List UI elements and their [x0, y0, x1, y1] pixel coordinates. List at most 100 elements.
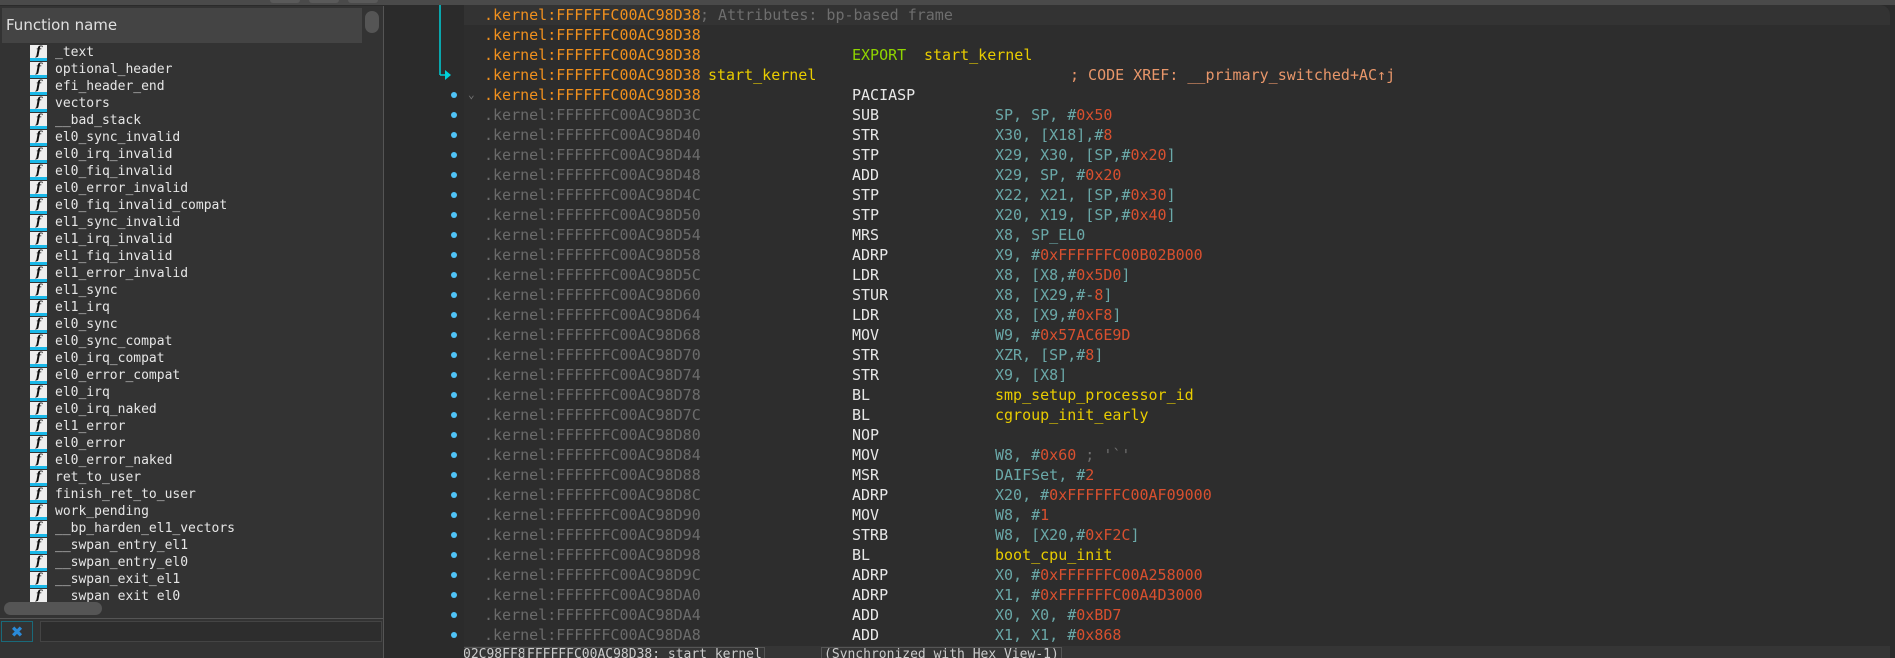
- operand-name[interactable]: cgroup_init_early: [995, 405, 1149, 425]
- disassembly-view[interactable]: .kernel:FFFFFFC00AC98D38; Attributes: bp…: [464, 5, 1890, 646]
- function-list-item[interactable]: f work_pending: [0, 503, 362, 520]
- disasm-line[interactable]: .kernel:FFFFFFC00AC98D60 STUR X8, [X29,#- 8…: [464, 285, 1890, 305]
- disasm-line[interactable]: .kernel:FFFFFFC00AC98D84 MOV W8, #0x60 ; '…: [464, 445, 1890, 465]
- disasm-line[interactable]: .kernel:FFFFFFC00AC98D98 BL boot_cpu_init: [464, 545, 1890, 565]
- panel-button[interactable]: [348, 0, 378, 3]
- disasm-line[interactable]: .kernel:FFFFFFC00AC98D68 MOV W9, #0x57AC6E…: [464, 325, 1890, 345]
- disasm-line[interactable]: .kernel:FFFFFFC00AC98D90 MOV W8, #1: [464, 505, 1890, 525]
- function-list-item[interactable]: f optional_header: [0, 61, 362, 78]
- close-icon[interactable]: ✖: [1, 621, 33, 642]
- disasm-line[interactable]: .kernel:FFFFFFC00AC98D5C LDR X8, [X8,# 0x5D…: [464, 265, 1890, 285]
- disasm-line[interactable]: .kernel:FFFFFFC00AC98D38 PACIASP ⌄: [464, 85, 1890, 105]
- breakpoint-dot-icon[interactable]: [451, 492, 457, 498]
- function-list-item[interactable]: f __swpan_entry_el1: [0, 537, 362, 554]
- breakpoint-dot-icon[interactable]: [451, 432, 457, 438]
- breakpoint-dot-icon[interactable]: [451, 472, 457, 478]
- disasm-line[interactable]: .kernel:FFFFFFC00AC98D88 MSR DAIFSet, #2: [464, 465, 1890, 485]
- disasm-line[interactable]: .kernel:FFFFFFC00AC98D38: [464, 25, 1890, 45]
- breakpoint-dot-icon[interactable]: [451, 212, 457, 218]
- operand-name[interactable]: smp_setup_processor_id: [995, 385, 1194, 405]
- breakpoint-dot-icon[interactable]: [451, 192, 457, 198]
- function-list-item[interactable]: f el1_sync_invalid: [0, 214, 362, 231]
- breakpoint-dot-icon[interactable]: [451, 612, 457, 618]
- function-list-item[interactable]: f el0_fiq_invalid_compat: [0, 197, 362, 214]
- disasm-line[interactable]: .kernel:FFFFFFC00AC98D94 STRB W8, [X20,# 0x…: [464, 525, 1890, 545]
- function-list-item[interactable]: f __swpan_entry_el0: [0, 554, 362, 571]
- function-list-item[interactable]: f __swpan_exit_el1: [0, 571, 362, 588]
- function-list-item[interactable]: f __bad_stack: [0, 112, 362, 129]
- disasm-line[interactable]: .kernel:FFFFFFC00AC98D70 STR XZR, [SP,# 8]: [464, 345, 1890, 365]
- function-list-item[interactable]: f el0_sync_invalid: [0, 129, 362, 146]
- breakpoint-dot-icon[interactable]: [451, 572, 457, 578]
- disasm-line[interactable]: .kernel:FFFFFFC00AC98DA0 ADRP X1, #0xFFFFF…: [464, 585, 1890, 605]
- function-list-item[interactable]: f el0_irq_invalid: [0, 146, 362, 163]
- breakpoint-dot-icon[interactable]: [451, 112, 457, 118]
- breakpoint-dot-icon[interactable]: [451, 392, 457, 398]
- breakpoint-dot-icon[interactable]: [451, 532, 457, 538]
- disasm-line[interactable]: .kernel:FFFFFFC00AC98D80 NOP: [464, 425, 1890, 445]
- disasm-line[interactable]: .kernel:FFFFFFC00AC98D44 STP X29, X30, [SP…: [464, 145, 1890, 165]
- breakpoint-dot-icon[interactable]: [451, 332, 457, 338]
- function-list-item[interactable]: f el0_fiq_invalid: [0, 163, 362, 180]
- export-name[interactable]: start_kernel: [924, 45, 1032, 65]
- function-list-item[interactable]: f el1_irq: [0, 299, 362, 316]
- breakpoint-dot-icon[interactable]: [451, 592, 457, 598]
- function-list-item[interactable]: f el0_error: [0, 435, 362, 452]
- disasm-line[interactable]: .kernel:FFFFFFC00AC98D54 MRS X8, SP_EL0: [464, 225, 1890, 245]
- disasm-line[interactable]: .kernel:FFFFFFC00AC98D48 ADD X29, SP, #0x2…: [464, 165, 1890, 185]
- disasm-line[interactable]: .kernel:FFFFFFC00AC98D3C SUB SP, SP, #0x50: [464, 105, 1890, 125]
- breakpoint-dot-icon[interactable]: [451, 552, 457, 558]
- breakpoint-dot-icon[interactable]: [451, 452, 457, 458]
- function-list-item[interactable]: f el0_irq_naked: [0, 401, 362, 418]
- disasm-line[interactable]: .kernel:FFFFFFC00AC98D50 STP X20, X19, [SP…: [464, 205, 1890, 225]
- panel-button[interactable]: [309, 0, 339, 3]
- disasm-line[interactable]: .kernel:FFFFFFC00AC98D58 ADRP X9, #0xFFFFF…: [464, 245, 1890, 265]
- disasm-line[interactable]: .kernel:FFFFFFC00AC98DA4 ADD X0, X0, #0xBD…: [464, 605, 1890, 625]
- function-list-item[interactable]: f efi_header_end: [0, 78, 362, 95]
- breakpoint-dot-icon[interactable]: [451, 632, 457, 638]
- function-list-item[interactable]: f el1_fiq_invalid: [0, 248, 362, 265]
- function-list-item[interactable]: f __bp_harden_el1_vectors: [0, 520, 362, 537]
- breakpoint-dot-icon[interactable]: [451, 412, 457, 418]
- function-list-item[interactable]: f el0_irq: [0, 384, 362, 401]
- disasm-line[interactable]: .kernel:FFFFFFC00AC98D64 LDR X8, [X9,# 0xF8…: [464, 305, 1890, 325]
- xref-comment[interactable]: ; CODE XREF: __primary_switched+AC↑j: [1070, 65, 1395, 85]
- disasm-line[interactable]: .kernel:FFFFFFC00AC98D38 EXPORT start_kern…: [464, 45, 1890, 65]
- breakpoint-dot-icon[interactable]: [451, 372, 457, 378]
- breakpoint-dot-icon[interactable]: [451, 232, 457, 238]
- function-list-item[interactable]: f vectors: [0, 95, 362, 112]
- disasm-line[interactable]: .kernel:FFFFFFC00AC98D8C ADRP X20, #0xFFFF…: [464, 485, 1890, 505]
- breakpoint-dot-icon[interactable]: [451, 132, 457, 138]
- function-list-item[interactable]: f el0_error_naked: [0, 452, 362, 469]
- collapse-chevron-icon[interactable]: ⌄: [468, 85, 475, 105]
- function-list-item[interactable]: f el0_error_compat: [0, 367, 362, 384]
- operand-name[interactable]: boot_cpu_init: [995, 545, 1112, 565]
- function-list-item[interactable]: f __swpan_exit_el0: [0, 588, 362, 602]
- breakpoint-dot-icon[interactable]: [451, 252, 457, 258]
- breakpoint-dot-icon[interactable]: [451, 172, 457, 178]
- disasm-line[interactable]: .kernel:FFFFFFC00AC98D7C BL cgroup_init_ea…: [464, 405, 1890, 425]
- breakpoint-dot-icon[interactable]: [451, 152, 457, 158]
- panel-button[interactable]: [270, 0, 300, 3]
- vertical-scrollbar[interactable]: [365, 11, 379, 33]
- disasm-line[interactable]: .kernel:FFFFFFC00AC98D40 STR X30, [X18],# 8: [464, 125, 1890, 145]
- breakpoint-dot-icon[interactable]: [451, 312, 457, 318]
- disasm-line[interactable]: .kernel:FFFFFFC00AC98D38; Attributes: bp…: [464, 5, 1890, 25]
- breakpoint-dot-icon[interactable]: [451, 292, 457, 298]
- function-name-column-header[interactable]: Function name: [2, 8, 362, 43]
- function-list-item[interactable]: f el1_error: [0, 418, 362, 435]
- function-list-item[interactable]: f finish_ret_to_user: [0, 486, 362, 503]
- function-list-item[interactable]: f el1_sync: [0, 282, 362, 299]
- breakpoint-dot-icon[interactable]: [451, 92, 457, 98]
- function-list-item[interactable]: f el0_error_invalid: [0, 180, 362, 197]
- disasm-line[interactable]: .kernel:FFFFFFC00AC98D78 BL smp_setup_proc…: [464, 385, 1890, 405]
- disasm-line[interactable]: .kernel:FFFFFFC00AC98D38 start_kernel ; CO…: [464, 65, 1890, 85]
- disasm-line[interactable]: .kernel:FFFFFFC00AC98D74 STR X9, [X8]: [464, 365, 1890, 385]
- function-list-item[interactable]: f _text: [0, 44, 362, 61]
- function-label[interactable]: start_kernel: [708, 65, 816, 85]
- breakpoint-dot-icon[interactable]: [451, 272, 457, 278]
- function-list-item[interactable]: f el0_irq_compat: [0, 350, 362, 367]
- disasm-line[interactable]: .kernel:FFFFFFC00AC98DA8 ADD X1, X1, #0x86…: [464, 625, 1890, 645]
- function-list-item[interactable]: f ret_to_user: [0, 469, 362, 486]
- function-list-item[interactable]: f el0_sync: [0, 316, 362, 333]
